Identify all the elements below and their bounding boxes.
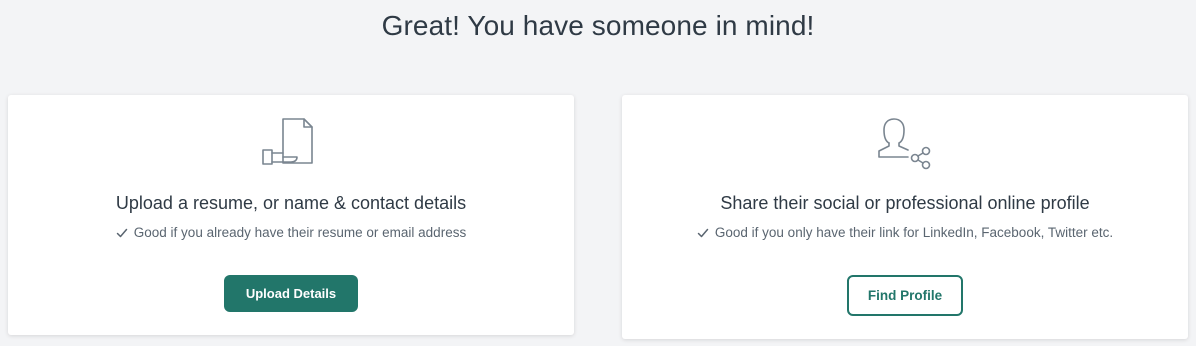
upload-document-icon bbox=[261, 115, 321, 171]
upload-card-note-text: Good if you already have their resume or… bbox=[133, 225, 467, 240]
find-profile-button[interactable]: Find Profile bbox=[847, 275, 963, 316]
profile-card-note-text: Good if you only have their link for Lin… bbox=[714, 225, 1114, 240]
page: Great! You have someone in mind! Upload … bbox=[0, 0, 1196, 346]
upload-details-button[interactable]: Upload Details bbox=[224, 275, 358, 312]
profile-card-title: Share their social or professional onlin… bbox=[720, 193, 1090, 213]
upload-details-card: Upload a resume, or name & contact detai… bbox=[8, 95, 574, 335]
find-profile-card: Share their social or professional onlin… bbox=[622, 95, 1188, 339]
upload-card-title: Upload a resume, or name & contact detai… bbox=[115, 193, 467, 213]
page-title: Great! You have someone in mind! bbox=[381, 10, 815, 41]
check-icon bbox=[697, 227, 709, 239]
profile-card-note: Good if you only have their link for Lin… bbox=[622, 225, 1188, 240]
upload-card-note: Good if you already have their resume or… bbox=[8, 225, 574, 240]
share-profile-icon bbox=[875, 115, 935, 171]
check-icon bbox=[116, 227, 128, 239]
